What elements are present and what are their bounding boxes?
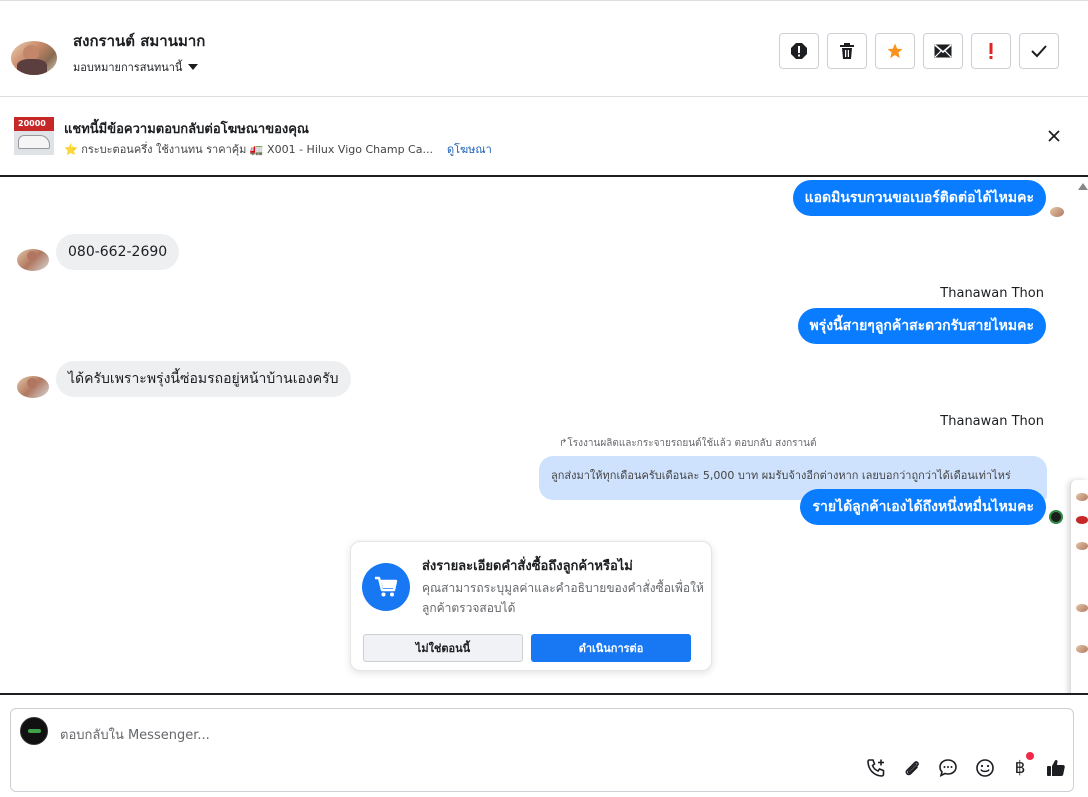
chat-icon <box>939 759 957 778</box>
message-incoming[interactable]: ได้ครับเพราะพรุ่งนี้ซ่อมรถอยู่หน้าบ้านเอ… <box>56 361 351 397</box>
contact-avatar-small <box>17 376 49 398</box>
side-thumbnail <box>1076 516 1088 524</box>
saved-replies-button[interactable] <box>937 757 959 779</box>
ad-banner-title: แชทนี้มีข้อความตอบกลับต่อโฆษณาของคุณ <box>64 122 309 137</box>
side-thumbnail <box>1076 645 1088 653</box>
attach-button[interactable] <box>901 757 923 779</box>
message-outgoing[interactable]: แอดมินรบกวนขอเบอร์ติดต่อได้ไหมคะ <box>792 180 1046 216</box>
ad-thumbnail[interactable]: 20000 <box>14 117 54 155</box>
star-button[interactable] <box>875 33 915 69</box>
exclamation-icon <box>989 43 993 59</box>
contact-name[interactable]: สงกรานต์ สมานมาก <box>73 29 205 53</box>
caret-down-icon <box>188 64 199 70</box>
assign-label: มอบหมายการสนทนานี้ <box>73 61 183 74</box>
order-card-title: ส่งรายละเอียดคำสั่งซื้อถึงลูกค้าหรือไม่ <box>422 559 633 574</box>
star-icon <box>887 43 903 59</box>
mark-unread-button[interactable] <box>923 33 963 69</box>
sender-name: Thanawan Thon <box>940 414 1044 429</box>
message-thread[interactable]: แอดมินรบกวนขอเบอร์ติดต่อได้ไหมคะ 080-662… <box>0 177 1070 693</box>
mail-icon <box>934 44 952 58</box>
check-icon <box>1031 45 1047 58</box>
like-button[interactable] <box>1045 757 1067 779</box>
read-receipt-avatar <box>1050 207 1064 217</box>
contact-avatar[interactable] <box>11 41 57 75</box>
reply-context-label: ↱โรงงานผลิตและกระจายรถยนต์ใช้แล้ว ตอบกลั… <box>559 436 816 451</box>
trash-icon <box>840 43 854 59</box>
sender-name: Thanawan Thon <box>940 286 1044 301</box>
ad-thumbnail-text: 20000 <box>18 119 46 128</box>
emoji-icon <box>976 759 994 777</box>
attach-icon <box>905 761 919 776</box>
side-thumbnail <box>1076 493 1088 501</box>
page-read-receipt <box>1049 510 1063 524</box>
ad-banner-subtitle-row: ⭐ กระบะตอนครึ่ง ใช้งานทน ราคาคุ้ม 🚛 X001… <box>64 140 492 158</box>
like-icon <box>1047 759 1065 776</box>
cart-icon <box>362 563 410 611</box>
payment-button[interactable]: ฿ <box>1009 757 1031 779</box>
reply-input[interactable]: ตอบกลับใน Messenger... ฿ <box>10 708 1074 792</box>
notification-dot <box>1026 752 1034 760</box>
side-thumbnail <box>1076 604 1088 612</box>
page-avatar <box>20 717 48 745</box>
scroll-up-arrow-icon[interactable] <box>1078 183 1088 190</box>
order-card-description: คุณสามารถระบุมูลค่าและคำอธิบายของคำสั่งซ… <box>422 581 704 615</box>
continue-button[interactable]: ดำเนินการต่อ <box>531 634 691 662</box>
assign-conversation-dropdown[interactable]: มอบหมายการสนทนานี้ <box>73 58 199 76</box>
baht-icon: ฿ <box>1014 758 1026 778</box>
view-ad-link[interactable]: ดูโฆษณา <box>447 140 492 158</box>
car-image <box>18 135 50 149</box>
follow-up-button[interactable] <box>971 33 1011 69</box>
report-icon <box>791 43 807 59</box>
close-banner-button[interactable] <box>1046 128 1062 144</box>
side-thumbnail <box>1076 542 1088 550</box>
close-icon <box>1048 130 1060 142</box>
order-details-card: ส่งรายละเอียดคำสั่งซื้อถึงลูกค้าหรือไม่ … <box>350 541 712 671</box>
message-outgoing[interactable]: พรุ่งนี้สายๆลูกค้าสะดวกรับสายไหมคะ <box>797 308 1046 344</box>
reply-context-text: โรงงานผลิตและกระจายรถยนต์ใช้แล้ว ตอบกลับ… <box>567 438 817 449</box>
message-incoming[interactable]: 080-662-2690 <box>56 234 180 270</box>
emoji-button[interactable] <box>974 757 996 779</box>
report-spam-button[interactable] <box>779 33 819 69</box>
ad-reply-banner: 20000 แชทนี้มีข้อความตอบกลับต่อโฆษณาของค… <box>0 97 1088 177</box>
call-button[interactable] <box>865 757 887 779</box>
delete-button[interactable] <box>827 33 867 69</box>
mark-done-button[interactable] <box>1019 33 1059 69</box>
conversation-header: สงกรานต์ สมานมาก มอบหมายการสนทนานี้ <box>0 0 1088 97</box>
call-add-icon <box>867 759 885 777</box>
reply-placeholder: ตอบกลับใน Messenger... <box>60 728 210 743</box>
ad-subtitle: ⭐ กระบะตอนครึ่ง ใช้งานทน ราคาคุ้ม 🚛 X001… <box>64 143 433 156</box>
composer: ตอบกลับใน Messenger... ฿ <box>0 693 1088 797</box>
not-now-button[interactable]: ไม่ใช่ตอนนี้ <box>363 634 523 662</box>
contact-avatar-small <box>17 249 49 271</box>
message-outgoing[interactable]: รายได้ลูกค้าเองได้ถึงหนึ่งหมื่นไหมคะ <box>800 489 1046 525</box>
